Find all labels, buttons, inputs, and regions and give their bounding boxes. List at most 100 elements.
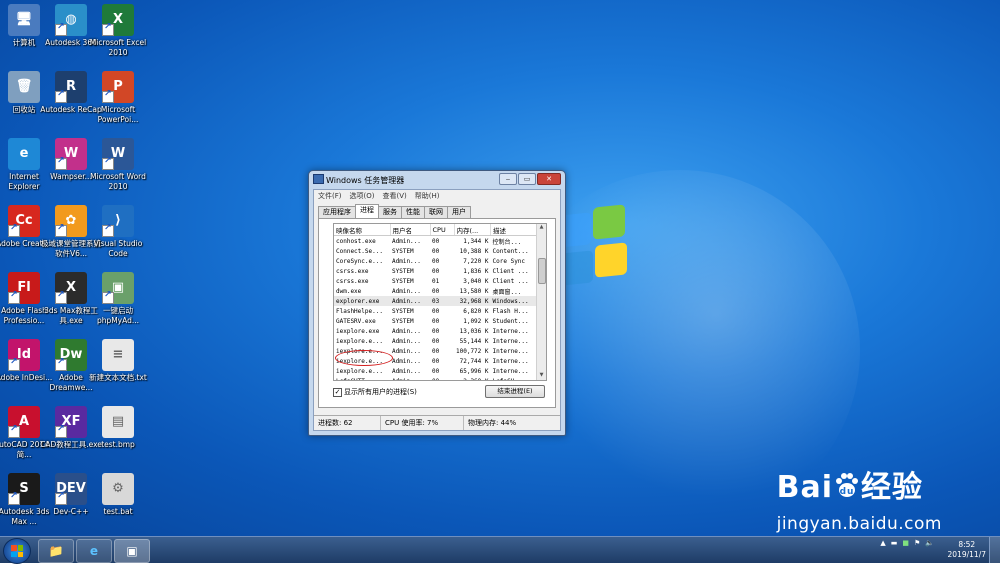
- scroll-down-icon[interactable]: ▼: [537, 372, 546, 380]
- volume-icon[interactable]: 🔈: [925, 539, 934, 547]
- taskbar-explorer[interactable]: 📁: [38, 539, 74, 563]
- menu-file[interactable]: 文件(F): [318, 190, 342, 202]
- end-process-button[interactable]: 结束进程(E): [485, 385, 545, 398]
- scroll-up-icon[interactable]: ▲: [537, 224, 546, 232]
- cell-user-name: Admin...: [392, 287, 421, 295]
- desktop-icon[interactable]: ≡ 新建文本文档.txt: [87, 339, 149, 383]
- checkbox-checked-icon[interactable]: ✓: [333, 387, 342, 397]
- tab-processes[interactable]: 进程: [355, 204, 379, 218]
- cell-memory: 7,220 K: [463, 257, 489, 265]
- process-row[interactable]: FlashHelpe... SYSTEM 00 6,820 K Flash H...: [334, 306, 537, 316]
- col-memory[interactable]: 内存(...: [454, 224, 492, 236]
- menu-view[interactable]: 查看(V): [382, 190, 406, 202]
- cell-memory: 13,036 K: [459, 327, 489, 335]
- show-desktop-button[interactable]: [989, 537, 1000, 563]
- desktop-icon[interactable]: P Microsoft PowerPoi...: [87, 71, 149, 125]
- shortcut-arrow-icon: [55, 491, 67, 505]
- clock-date: 2019/11/7: [947, 550, 986, 559]
- cell-cpu: 00: [432, 287, 440, 295]
- desktop-icon-label: test.bmp: [101, 440, 135, 449]
- clock[interactable]: 8:52 2019/11/7: [948, 540, 986, 560]
- desktop-icon[interactable]: ▤ test.bmp: [87, 406, 149, 450]
- cell-description: Student...: [492, 317, 529, 325]
- cell-image-name: GATESRV.exe: [336, 317, 376, 325]
- desktop-icon[interactable]: ⚙ test.bat: [87, 473, 149, 517]
- scroll-thumb[interactable]: [538, 258, 546, 284]
- system-tray: ▲ ▬ ■ ⚑ 🔈: [880, 539, 934, 547]
- tab-applications[interactable]: 应用程序: [318, 206, 356, 218]
- cell-description: Interne...: [492, 357, 529, 365]
- close-button[interactable]: ✕: [537, 173, 561, 185]
- tab-performance[interactable]: 性能: [401, 206, 425, 218]
- process-row[interactable]: Connect.Se... SYSTEM 00 10,388 K Content...: [334, 246, 537, 256]
- cell-description: Interne...: [492, 337, 529, 345]
- desktop-icon-label: Visual Studio Code: [93, 239, 143, 258]
- desktop-icon[interactable]: W Microsoft Word 2010: [87, 138, 149, 192]
- process-row[interactable]: iexplore.e... Admin... 00 55,144 K Interne..…: [334, 336, 537, 346]
- cell-memory: 72,744 K: [459, 357, 489, 365]
- desktop-icon[interactable]: X Microsoft Excel 2010: [87, 4, 149, 58]
- col-cpu[interactable]: CPU: [430, 224, 455, 236]
- cell-memory: 2,360 K: [463, 377, 489, 381]
- app-icon: S: [8, 473, 40, 505]
- baidu-url: jingyan.baidu.com: [776, 514, 942, 534]
- desktop-icon[interactable]: ⟩ Visual Studio Code: [87, 205, 149, 259]
- cell-cpu: 00: [432, 347, 440, 355]
- cell-user-name: Admin...: [392, 327, 421, 335]
- cell-user-name: Admin...: [392, 237, 421, 245]
- status-bar: 进程数: 62 CPU 使用率: 7% 物理内存: 44%: [314, 415, 560, 430]
- shortcut-arrow-icon: [55, 156, 67, 170]
- task-manager-window[interactable]: Windows 任务管理器 ‒ ▭ ✕ 文件(F) 选项(O) 查看(V) 帮助…: [308, 170, 566, 436]
- window-title: Windows 任务管理器: [313, 174, 404, 186]
- shortcut-arrow-icon: [55, 290, 67, 304]
- app-icon: ⟩: [102, 205, 134, 237]
- process-row[interactable]: iexplore.exe Admin... 00 13,036 K Interne...: [334, 326, 537, 336]
- process-row[interactable]: explorer.exe Admin... 03 32,968 K Windows...: [334, 296, 537, 306]
- tab-networking[interactable]: 联网: [424, 206, 448, 218]
- menu-help[interactable]: 帮助(H): [415, 190, 440, 202]
- taskbar-taskmgr[interactable]: ▣: [114, 539, 150, 563]
- cell-memory: 3,040 K: [463, 277, 489, 285]
- col-description[interactable]: 描述: [490, 224, 538, 236]
- col-user-name[interactable]: 用户名: [390, 224, 431, 236]
- cell-memory: 100,772 K: [456, 347, 489, 355]
- flag-icon[interactable]: ⚑: [914, 539, 920, 547]
- app-icon: Id: [8, 339, 40, 371]
- baidu-logo-text: Bai: [776, 470, 834, 505]
- col-image-name[interactable]: 映像名称: [334, 224, 391, 236]
- tab-users[interactable]: 用户: [447, 206, 471, 218]
- desktop-icon[interactable]: ▣ 一键启动 phpMyAd...: [87, 272, 149, 326]
- process-row[interactable]: csrss.exe SYSTEM 00 1,836 K Client ...: [334, 266, 537, 276]
- process-row[interactable]: csrss.exe SYSTEM 01 3,040 K Client ...: [334, 276, 537, 286]
- process-row[interactable]: iexplore.e... Admin... 00 65,996 K Interne..…: [334, 366, 537, 376]
- app-icon: Cc: [8, 205, 40, 237]
- menu-options[interactable]: 选项(O): [350, 190, 375, 202]
- cell-cpu: 00: [432, 367, 440, 375]
- cell-cpu: 03: [430, 296, 454, 306]
- cell-memory: 13,580 K: [459, 287, 489, 295]
- ie-icon: e: [89, 544, 99, 558]
- window-title-text: Windows 任务管理器: [326, 176, 405, 185]
- cell-user-name: Admin...: [392, 367, 421, 375]
- show-all-users-checkbox[interactable]: ✓ 显示所有用户的进程(S): [333, 387, 417, 397]
- maximize-button[interactable]: ▭: [518, 173, 536, 185]
- process-row[interactable]: CoreSync.e... Admin... 00 7,220 K Core Sync: [334, 256, 537, 266]
- process-row[interactable]: dwm.exe Admin... 00 13,580 K 桌面窗...: [334, 286, 537, 296]
- network-icon[interactable]: ■: [902, 539, 909, 547]
- taskbar-ie[interactable]: e: [76, 539, 112, 563]
- cell-cpu: 01: [432, 277, 440, 285]
- shortcut-arrow-icon: [8, 424, 20, 438]
- process-row[interactable]: LcfaCHTT... Admin... 00 2,360 K LcfaCH...: [334, 376, 537, 381]
- process-row[interactable]: GATESRV.exe SYSTEM 00 1,092 K Student...: [334, 316, 537, 326]
- scrollbar[interactable]: ▲ ▼: [536, 224, 546, 380]
- tray-up-arrow-icon[interactable]: ▲: [880, 539, 885, 547]
- cell-memory: 6,820 K: [463, 307, 489, 315]
- start-button[interactable]: [3, 538, 31, 564]
- process-row[interactable]: conhost.exe Admin... 00 1,344 K 控制台...: [334, 236, 537, 247]
- minimize-button[interactable]: ‒: [499, 173, 517, 185]
- cell-user-name: Admin...: [390, 296, 430, 306]
- desktop-icon-label: test.bat: [103, 507, 133, 516]
- tab-services[interactable]: 服务: [378, 206, 402, 218]
- cell-user-name: SYSTEM: [392, 247, 414, 255]
- keyboard-icon[interactable]: ▬: [891, 539, 898, 547]
